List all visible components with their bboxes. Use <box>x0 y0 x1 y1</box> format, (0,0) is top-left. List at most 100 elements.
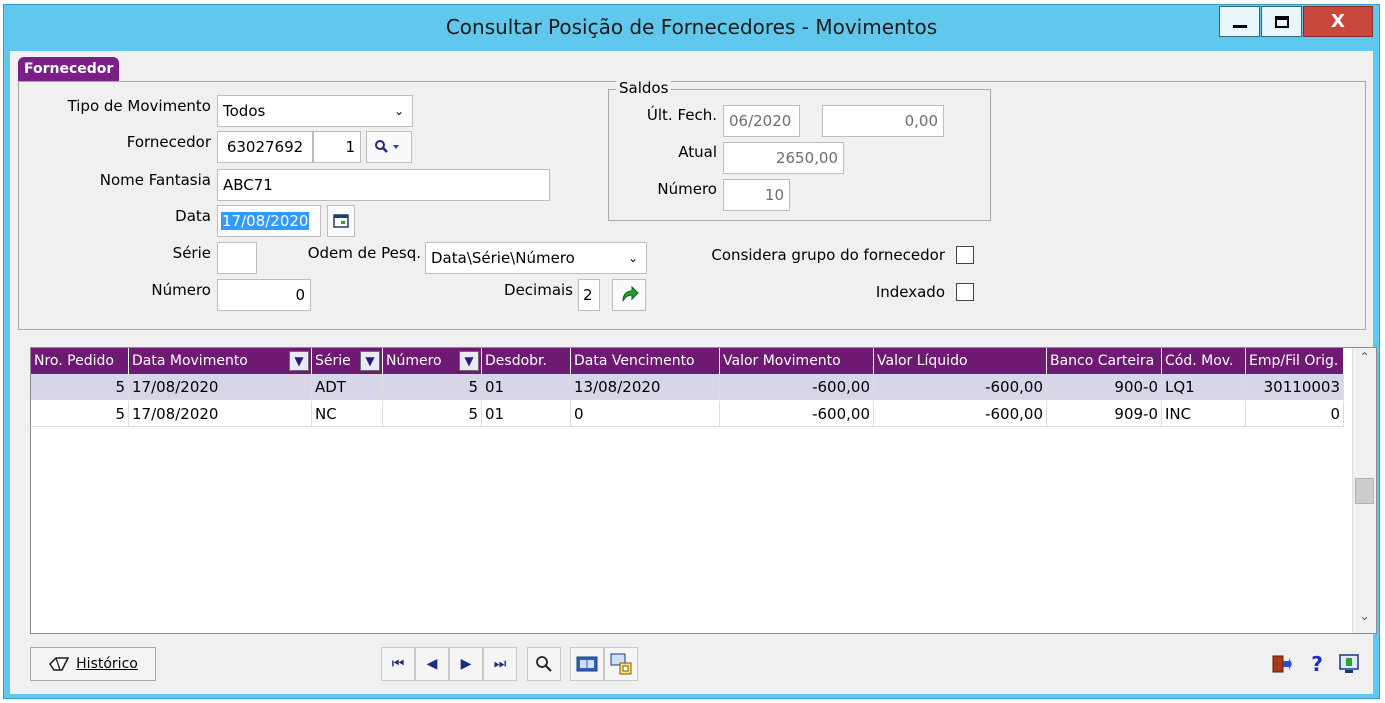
col-emp-fil-orig[interactable]: Emp/Fil Orig. <box>1246 348 1344 374</box>
tab-fornecedor[interactable]: Fornecedor <box>18 57 120 81</box>
monitor-info-icon <box>1339 654 1359 673</box>
magnifier-icon <box>536 656 552 672</box>
atual-label: Atual <box>678 143 717 161</box>
ordem-label: Odem de Pesq. <box>307 244 421 262</box>
cell-nro-pedido: 5 <box>31 374 129 400</box>
cell-data-vencimento: 13/08/2020 <box>571 374 720 400</box>
calendar-icon <box>333 214 349 228</box>
search-icon <box>375 140 399 153</box>
cell-data-vencimento: 0 <box>571 401 720 427</box>
col-cod-mov[interactable]: Cód. Mov. <box>1162 348 1246 374</box>
fornecedor-label: Fornecedor <box>126 133 211 151</box>
numero-input[interactable]: 0 <box>217 279 311 311</box>
cell-emp-fil-orig: 0 <box>1246 401 1344 427</box>
tipo-movimento-label: Tipo de Movimento <box>67 97 211 115</box>
historico-button[interactable]: Histórico <box>30 647 156 681</box>
col-valor-movimento[interactable]: Valor Movimento <box>720 348 874 374</box>
maximize-icon <box>1274 15 1289 28</box>
movimentos-grid[interactable]: Nro. Pedido Data Movimento ▼ Série ▼ Núm… <box>30 347 1377 634</box>
col-data-vencimento[interactable]: Data Vencimento <box>571 348 720 374</box>
last-icon: ⏭ <box>493 656 507 672</box>
export-button[interactable] <box>604 647 638 681</box>
cell-cod-mov: LQ1 <box>1162 374 1246 400</box>
tipo-movimento-select[interactable]: Todos ⌄ <box>217 95 413 127</box>
scroll-thumb[interactable] <box>1355 478 1374 504</box>
title-bar: Consultar Posição de Fornecedores - Movi… <box>4 5 1379 51</box>
filter-dropdown-icon[interactable]: ▼ <box>459 351 479 371</box>
data-input[interactable]: 17/08/2020 <box>217 205 321 237</box>
considera-grupo-label: Considera grupo do fornecedor <box>711 246 945 264</box>
fornecedor-code-input[interactable]: 63027692 <box>217 131 313 163</box>
first-record-button[interactable]: ⏮ <box>381 647 415 681</box>
fornecedor-search-button[interactable] <box>366 131 412 163</box>
serie-input[interactable] <box>217 242 257 274</box>
fornecedor-branch-input[interactable]: 1 <box>313 131 361 163</box>
col-numero-label: Número <box>386 353 442 369</box>
search-record-button[interactable] <box>527 647 561 681</box>
indexado-label: Indexado <box>875 283 945 301</box>
col-desdobr[interactable]: Desdobr. <box>482 348 571 374</box>
cell-cod-mov: INC <box>1162 401 1246 427</box>
export-screen-icon <box>610 653 632 675</box>
col-banco-carteira[interactable]: Banco Carteira <box>1047 348 1162 374</box>
refresh-button[interactable] <box>612 279 646 311</box>
cell-data-movimento: 17/08/2020 <box>129 374 312 400</box>
data-value: 17/08/2020 <box>221 212 310 230</box>
grid-vertical-scrollbar[interactable]: ⌃ ⌄ <box>1352 348 1376 633</box>
chevron-down-icon: ⌄ <box>627 251 638 265</box>
next-icon: ▶ <box>460 656 472 672</box>
fornecedor-panel: Tipo de Movimento Todos ⌄ Fornecedor 630… <box>18 79 1366 330</box>
col-data-movimento-label: Data Movimento <box>132 353 248 369</box>
scroll-down-icon[interactable]: ⌄ <box>1353 609 1376 631</box>
ult-fech-label: Últ. Fech. <box>646 106 717 124</box>
col-serie[interactable]: Série ▼ <box>312 348 383 374</box>
ordem-select[interactable]: Data\Série\Número ⌄ <box>425 242 647 274</box>
nome-fantasia-input[interactable]: ABC71 <box>217 169 550 201</box>
saldos-title: Saldos <box>616 79 672 97</box>
previous-record-button[interactable]: ◀ <box>415 647 449 681</box>
decimais-input[interactable]: 2 <box>578 279 600 311</box>
next-record-button[interactable]: ▶ <box>449 647 483 681</box>
col-data-movimento[interactable]: Data Movimento ▼ <box>129 348 312 374</box>
minimize-button[interactable] <box>1219 6 1260 37</box>
cell-desdobr: 01 <box>482 401 571 427</box>
window-title: Consultar Posição de Fornecedores - Movi… <box>445 15 938 39</box>
grid-header: Nro. Pedido Data Movimento ▼ Série ▼ Núm… <box>31 348 1344 374</box>
numero-label: Número <box>151 281 211 299</box>
info-button[interactable] <box>1332 647 1366 681</box>
filter-dropdown-icon[interactable]: ▼ <box>360 351 380 371</box>
col-nro-pedido[interactable]: Nro. Pedido <box>31 348 129 374</box>
nome-fantasia-label: Nome Fantasia <box>99 171 211 189</box>
col-numero[interactable]: Número ▼ <box>383 348 482 374</box>
tipo-movimento-value: Todos <box>223 102 266 120</box>
grid-layout-icon <box>576 656 598 672</box>
maximize-button[interactable] <box>1261 6 1302 37</box>
ult-fech-date: 06/2020 <box>723 105 800 137</box>
layout-button[interactable] <box>570 647 604 681</box>
data-label: Data <box>175 207 211 225</box>
help-button[interactable]: ? <box>1300 647 1334 681</box>
exit-button[interactable] <box>1264 647 1298 681</box>
cell-banco-carteira: 909-0 <box>1047 401 1162 427</box>
saldos-numero-label: Número <box>657 180 717 198</box>
previous-icon: ◀ <box>426 656 438 672</box>
col-serie-label: Série <box>315 353 351 369</box>
cell-desdobr: 01 <box>482 374 571 400</box>
close-button[interactable]: X <box>1303 6 1373 37</box>
considera-grupo-checkbox[interactable] <box>956 246 974 264</box>
cell-valor-movimento: -600,00 <box>720 401 874 427</box>
filter-dropdown-icon[interactable]: ▼ <box>289 351 309 371</box>
ult-fech-value: 0,00 <box>822 105 944 137</box>
window-client: Fornecedor Tipo de Movimento Todos ⌄ For… <box>10 51 1377 694</box>
cell-banco-carteira: 900-0 <box>1047 374 1162 400</box>
atual-value: 2650,00 <box>723 142 844 174</box>
table-row[interactable]: 5 17/08/2020 NC 5 01 0 -600,00 -600,00 9… <box>31 401 1344 427</box>
cell-nro-pedido: 5 <box>31 401 129 427</box>
last-record-button[interactable]: ⏭ <box>483 647 517 681</box>
calendar-button[interactable] <box>327 205 355 237</box>
indexado-checkbox[interactable] <box>956 283 974 301</box>
table-row[interactable]: 5 17/08/2020 ADT 5 01 13/08/2020 -600,00… <box>31 374 1344 400</box>
chevron-down-icon: ⌄ <box>393 104 404 118</box>
scroll-up-icon[interactable]: ⌃ <box>1353 350 1376 372</box>
col-valor-liquido[interactable]: Valor Líquido <box>874 348 1047 374</box>
